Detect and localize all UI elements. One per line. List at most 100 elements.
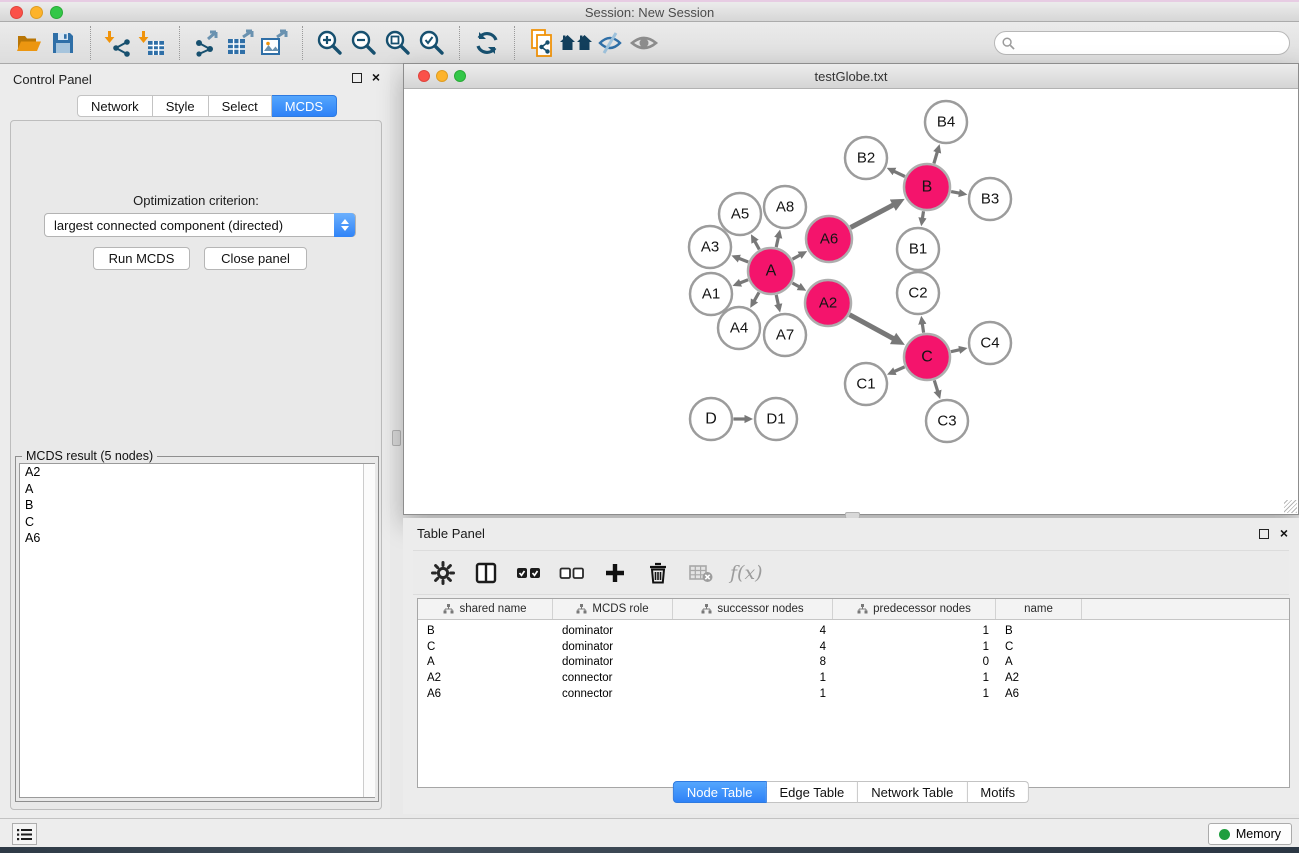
open-file-icon[interactable] [12,26,46,60]
table-row[interactable]: A2connector11A2 [418,670,1289,686]
zoom-out-icon[interactable] [347,26,381,60]
delete-column-icon[interactable] [644,559,672,587]
mcds-result-item[interactable]: B [20,497,374,514]
tab-edge-table[interactable]: Edge Table [766,781,858,803]
delete-table-icon[interactable] [687,559,715,587]
tab-mcds[interactable]: MCDS [272,95,337,117]
graph-node-A2[interactable]: A2 [805,280,851,326]
graph-edge-A-A8[interactable] [776,237,778,247]
graph-node-A6[interactable]: A6 [806,216,852,262]
mcds-result-item[interactable]: C [20,514,374,531]
mcds-result-item[interactable]: A [20,481,374,498]
home-icon[interactable] [559,26,593,60]
memory-button[interactable]: Memory [1208,823,1292,845]
run-mcds-button[interactable]: Run MCDS [93,247,190,270]
tab-node-table[interactable]: Node Table [673,781,767,803]
graph-node-B2[interactable]: B2 [845,137,887,179]
graph-edge-C-C3[interactable] [934,380,938,391]
graph-node-C2[interactable]: C2 [897,272,939,314]
zoom-in-icon[interactable] [313,26,347,60]
network-canvas[interactable]: B4B2BB3A8A5A6A3B1AA1C2A2A4A7C4CC1DD1C3 [405,90,1297,514]
graph-node-B3[interactable]: B3 [969,178,1011,220]
graph-edge-C-C2[interactable] [922,324,923,333]
search-field[interactable] [994,31,1290,55]
tab-style[interactable]: Style [153,95,209,117]
graph-edge-A-A3[interactable] [739,258,749,262]
column-header-name[interactable]: name [996,599,1082,619]
graph-edge-A-A2[interactable] [792,283,799,287]
task-history-button[interactable] [12,823,37,845]
graph-edge-A-A4[interactable] [754,292,759,301]
graph-edge-A-A1[interactable] [740,280,748,283]
graph-edge-B-B2[interactable] [894,171,905,176]
mcds-result-scrollbar[interactable] [363,464,375,797]
graph-edge-A-A5[interactable] [755,241,760,249]
column-header-successor-nodes[interactable]: successor nodes [673,599,833,619]
table-row[interactable]: Bdominator41B [418,623,1289,639]
network-file-icon[interactable] [525,26,559,60]
graph-node-C1[interactable]: C1 [845,363,887,405]
function-builder-icon[interactable]: f(x) [730,562,763,584]
graph-node-B[interactable]: B [904,164,950,210]
graph-node-C3[interactable]: C3 [926,400,968,442]
graph-edge-A-A7[interactable] [776,295,778,305]
apply-layout-icon[interactable] [470,26,504,60]
graph-node-D[interactable]: D [690,398,732,440]
table-settings-gear-icon[interactable] [429,559,457,587]
close-panel-button[interactable]: Close panel [204,247,307,270]
graph-edge-B-B4[interactable] [934,152,938,164]
mcds-result-item[interactable]: A6 [20,530,374,547]
graph-node-C[interactable]: C [904,334,950,380]
graph-edge-A-A6[interactable] [793,255,801,259]
graph-edge-A6-B[interactable] [851,205,894,228]
tab-network[interactable]: Network [77,95,153,117]
add-column-icon[interactable] [601,559,629,587]
graph-edge-C-C1[interactable] [894,367,904,372]
export-network-icon[interactable] [190,26,224,60]
table-row[interactable]: Adominator80A [418,655,1289,671]
graph-node-B1[interactable]: B1 [897,228,939,270]
graph-node-A3[interactable]: A3 [689,226,731,268]
close-panel-icon[interactable]: × [372,69,380,85]
export-image-icon[interactable] [258,26,292,60]
import-table-icon[interactable] [135,26,169,60]
table-row[interactable]: Cdominator41C [418,639,1289,655]
graph-node-A4[interactable]: A4 [718,307,760,349]
vertical-splitter-handle[interactable] [392,430,401,446]
graph-edge-C-C4[interactable] [951,350,960,352]
table-row[interactable]: A6connector11A6 [418,686,1289,702]
graph-edge-B-B3[interactable] [951,192,960,194]
clear-selection-icon[interactable] [558,559,586,587]
graph-node-A[interactable]: A [748,248,794,294]
float-table-panel-icon[interactable] [1259,529,1269,539]
graph-node-A1[interactable]: A1 [690,273,732,315]
graph-node-C4[interactable]: C4 [969,322,1011,364]
show-columns-icon[interactable] [472,559,500,587]
float-panel-icon[interactable] [352,73,362,83]
zoom-fit-icon[interactable] [381,26,415,60]
column-header-MCDS-role[interactable]: MCDS role [553,599,673,619]
graph-node-A5[interactable]: A5 [719,193,761,235]
hide-graphics-details-icon[interactable] [593,26,627,60]
tab-motifs[interactable]: Motifs [967,781,1029,803]
graph-node-D1[interactable]: D1 [755,398,797,440]
graph-edge-B-B1[interactable] [922,211,923,218]
column-header-predecessor-nodes[interactable]: predecessor nodes [833,599,996,619]
save-icon[interactable] [46,26,80,60]
export-table-icon[interactable] [224,26,258,60]
column-header-shared-name[interactable]: shared name [418,599,553,619]
mcds-result-item[interactable]: A2 [20,464,374,481]
close-table-panel-icon[interactable]: × [1280,525,1288,541]
criterion-dropdown[interactable]: largest connected component (directed) [44,213,356,237]
tab-network-table[interactable]: Network Table [858,781,967,803]
import-network-icon[interactable] [101,26,135,60]
graph-edge-A2-C[interactable] [850,315,895,339]
search-input[interactable] [1019,34,1289,52]
graph-node-A7[interactable]: A7 [764,314,806,356]
tab-select[interactable]: Select [209,95,272,117]
select-all-icon[interactable] [515,559,543,587]
show-graphics-details-icon[interactable] [627,26,661,60]
graph-node-B4[interactable]: B4 [925,101,967,143]
zoom-selected-icon[interactable] [415,26,449,60]
resize-grip-icon[interactable] [1284,500,1297,513]
